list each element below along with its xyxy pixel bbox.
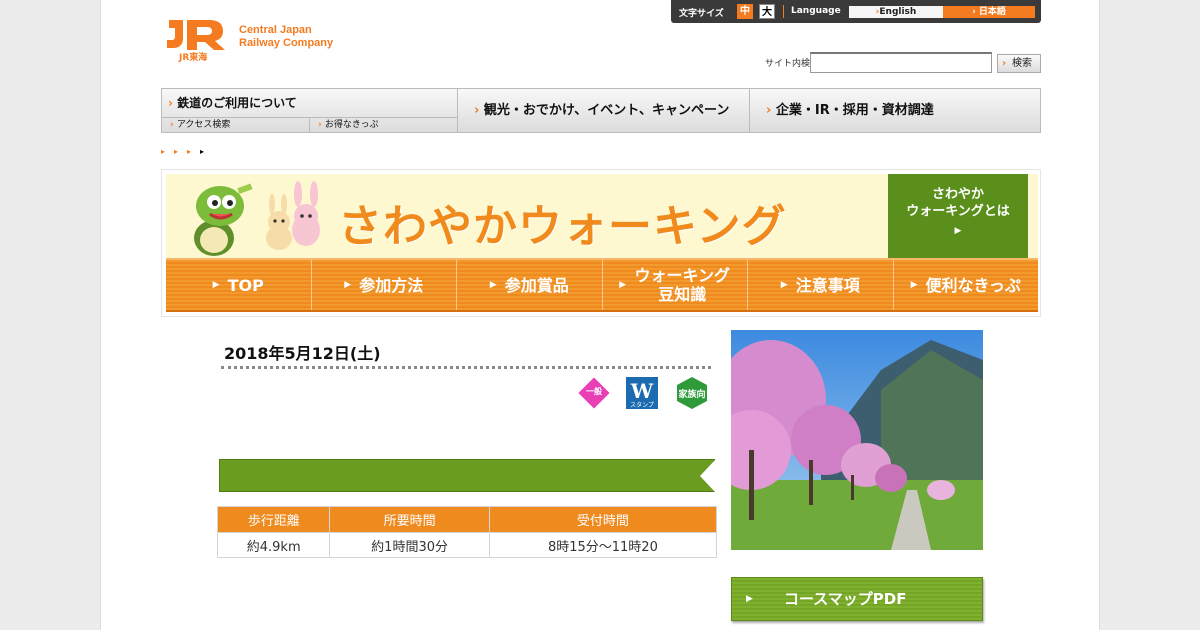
page: JR東海 Central Japan Railway Company 文字サイズ… — [100, 0, 1100, 630]
walking-tabs: ▶ TOP ▶ 参加方法 ▶ 参加賞品 ▶ ウォーキング 豆知識 ▶ 注意事項 ▶ 便利なき… — [166, 258, 1038, 312]
triangle-right-icon: ▶ — [780, 279, 788, 290]
table-header-duration: 所要時間 — [329, 506, 490, 533]
triangle-right-icon: ▶ — [212, 279, 220, 290]
nav-rail-section: › 鉄道のご利用について › アクセス検索 › お得なきっぷ — [162, 89, 458, 132]
mascot-characters-icon — [194, 181, 320, 256]
family-badge-text: 家族向 — [678, 388, 705, 400]
svg-text:W: W — [630, 379, 654, 403]
about-line1: さわやか — [931, 187, 984, 202]
tab-label: ウォーキング 豆知識 — [634, 266, 730, 304]
w-stamp-badge-text: スタンプ — [630, 401, 654, 409]
tab-top[interactable]: ▶ TOP — [166, 260, 312, 310]
divider — [783, 5, 784, 18]
triangle-right-icon: ▶ — [344, 279, 352, 290]
breadcrumb-arrow-icon: ▸ — [200, 147, 214, 156]
nav-corporate-link[interactable]: › 企業・IR・採用・資材調達 — [750, 89, 1041, 132]
triangle-right-icon: ▶ — [910, 279, 918, 290]
search-input[interactable] — [810, 52, 992, 73]
company-name: Central Japan Railway Company — [239, 24, 333, 50]
about-walking-button[interactable]: さわやか ウォーキングとは ▶ — [888, 174, 1028, 258]
chevron-right-icon: › — [318, 120, 325, 130]
text-size-label: 文字サイズ — [679, 9, 724, 19]
tab-prizes[interactable]: ▶ 参加賞品 — [457, 260, 603, 310]
search-button-label: 検索 — [1012, 58, 1032, 69]
breadcrumb-arrow-icon[interactable]: ▸ — [187, 147, 200, 156]
nav-access-link[interactable]: › アクセス検索 — [162, 117, 310, 132]
chevron-right-icon: › — [1002, 58, 1007, 69]
tab-how-to-join[interactable]: ▶ 参加方法 — [312, 260, 457, 310]
chevron-right-icon: › — [766, 103, 776, 118]
nav-rail-label: 鉄道のご利用について — [177, 96, 297, 110]
table-header-reception: 受付時間 — [488, 506, 718, 533]
table-cell-duration: 約1時間30分 — [329, 532, 490, 558]
nav-tickets-link[interactable]: › お得なきっぷ — [310, 117, 458, 132]
logo-sub-text: JR東海 — [179, 53, 208, 63]
triangle-right-icon: ▶ — [619, 279, 627, 290]
family-badge-icon: 家族向 — [677, 377, 707, 409]
walking-banner: さわやかウォーキング さわやか ウォーキングとは ▶ ▶ TOP ▶ 参加方法 ▶ 参… — [161, 169, 1041, 317]
language-english-label: English — [879, 7, 917, 17]
chevron-right-icon: › — [972, 7, 979, 17]
triangle-right-icon: ▶ — [489, 279, 497, 290]
breadcrumb-arrow-icon[interactable]: ▸ — [174, 147, 187, 156]
about-line2: ウォーキングとは — [906, 204, 1010, 219]
banner-header: さわやかウォーキング さわやか ウォーキングとは ▶ — [166, 174, 1038, 258]
course-info-table: 歩行距離 所要時間 受付時間 約4.9km 約1時間30分 8時15分～11時2… — [216, 506, 718, 558]
nav-corporate-label: 企業・IR・採用・資材調達 — [775, 103, 934, 118]
nav-rail-link[interactable]: › 鉄道のご利用について — [168, 94, 297, 111]
nav-tickets-label: お得なきっぷ — [324, 120, 379, 130]
table-cell-reception: 8時15分～11時20 — [488, 532, 718, 558]
table-header-distance: 歩行距離 — [216, 506, 331, 533]
tab-tickets[interactable]: ▶ 便利なきっぷ — [894, 260, 1039, 310]
jr-central-logo[interactable]: JR東海 Central Japan Railway Company — [165, 16, 355, 64]
nav-tourism-label: 観光・おでかけ、イベント、キャンペーン — [483, 103, 730, 118]
utility-bar: 文字サイズ 中 大 Language ›English › 日本語 — [671, 0, 1041, 23]
course-map-pdf-button[interactable]: ▶ コースマップPDF — [731, 577, 983, 621]
triangle-right-icon: ▶ — [746, 594, 753, 604]
search-button[interactable]: › 検索 — [997, 54, 1041, 73]
triangle-right-icon: ▶ — [954, 226, 962, 236]
language-japanese-button[interactable]: › 日本語 — [943, 6, 1035, 18]
general-badge-text: 一般 — [586, 386, 602, 396]
language-japanese-label: 日本語 — [978, 7, 1006, 17]
breadcrumb: ▸▸▸▸ — [161, 147, 213, 156]
table-row: 約4.9km 約1時間30分 8時15分～11時20 — [216, 532, 718, 558]
company-name-line2: Railway Company — [239, 37, 334, 49]
chevron-right-icon: › — [474, 103, 484, 118]
tab-label: 参加賞品 — [504, 275, 569, 295]
course-name-bar — [219, 459, 716, 493]
dotted-divider — [221, 366, 711, 369]
general-course-badge-icon: 一般 — [577, 376, 611, 410]
tab-notes[interactable]: ▶ 注意事項 — [748, 260, 894, 310]
nav-tourism-link[interactable]: › 観光・おでかけ、イベント、キャンペーン — [458, 89, 750, 132]
language-english-button[interactable]: ›English — [849, 6, 943, 18]
text-size-medium-button[interactable]: 中 — [737, 4, 753, 19]
breadcrumb-arrow-icon[interactable]: ▸ — [161, 147, 174, 156]
course-map-pdf-label: コースマップPDF — [784, 590, 907, 608]
chevron-right-icon: › — [168, 96, 178, 110]
global-nav: › 鉄道のご利用について › アクセス検索 › お得なきっぷ › 観光・おでかけ… — [161, 88, 1041, 133]
tab-label: 便利なきっぷ — [925, 275, 1021, 295]
banner-title: さわやかウォーキング — [338, 201, 787, 252]
tab-label: 注意事項 — [795, 275, 860, 295]
company-name-line1: Central Japan — [239, 24, 312, 36]
table-cell-distance: 約4.9km — [216, 532, 331, 558]
tab-walking-tips[interactable]: ▶ ウォーキング 豆知識 — [603, 260, 748, 310]
tab-label: 参加方法 — [359, 275, 424, 295]
event-date: 2018年5月12日(土) — [224, 344, 381, 363]
language-label: Language — [791, 6, 841, 16]
nav-access-label: アクセス検索 — [176, 120, 231, 130]
course-photo — [731, 330, 983, 550]
text-size-large-button[interactable]: 大 — [759, 4, 775, 19]
table-header-row: 歩行距離 所要時間 受付時間 — [216, 506, 718, 533]
tab-label: TOP — [227, 275, 264, 295]
w-stamp-badge-icon: W スタンプ — [626, 377, 658, 409]
chevron-right-icon: › — [170, 120, 177, 130]
